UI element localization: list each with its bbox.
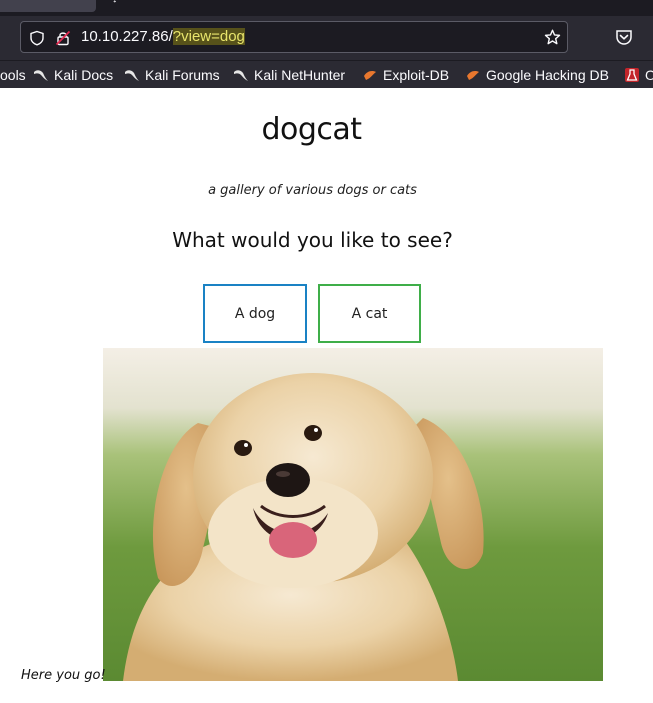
page-title: dogcat [261, 112, 362, 147]
navigation-bar: 10.10.227.86/?view=dog [0, 16, 653, 60]
cat-button[interactable]: A cat [318, 284, 421, 343]
exploit-db-icon [467, 71, 479, 80]
bookmark-label: Kali Docs [54, 67, 114, 83]
dog-button[interactable]: A dog [203, 284, 307, 343]
kali-dragon-icon [125, 70, 139, 81]
pocket-icon[interactable] [615, 29, 633, 46]
url-text[interactable]: 10.10.227.86/?view=dog [81, 28, 245, 45]
url-path-highlight: ?view=dog [172, 28, 245, 45]
shield-icon[interactable] [29, 30, 45, 46]
active-tab[interactable] [0, 0, 96, 12]
result-text: Here you go! [21, 668, 106, 683]
kali-dragon-icon [234, 70, 248, 81]
bookmark-label: O [645, 67, 653, 83]
url-bar[interactable]: 10.10.227.86/?view=dog [20, 21, 568, 53]
tab-strip: ᐩ [0, 0, 653, 16]
dog-photo [103, 348, 603, 681]
bookmark-star-icon[interactable] [544, 29, 561, 46]
bookmark-exploit-db[interactable]: Exploit-DB [362, 65, 449, 85]
bookmark-label: Kali Forums [145, 67, 220, 83]
exploit-db-icon [364, 71, 376, 80]
bookmark-label: Kali NetHunter [254, 67, 346, 83]
bookmark-kali-forums[interactable]: Kali Forums [124, 65, 220, 85]
page-content: dogcat a gallery of various dogs or cats… [0, 88, 653, 703]
page-subtitle: a gallery of various dogs or cats [208, 183, 417, 198]
bookmark-label: Exploit-DB [383, 67, 450, 83]
url-host: 10.10.227.86/ [81, 28, 173, 45]
bookmark-kali-nethunter[interactable]: Kali NetHunter [233, 65, 345, 85]
tab-icon[interactable]: ᐩ [113, 0, 117, 9]
page-question: What would you like to see? [172, 228, 453, 252]
bookmark-tools[interactable]: ools [0, 65, 26, 85]
insecure-lock-icon[interactable] [55, 30, 71, 46]
bookmark-offsec[interactable]: O [624, 65, 653, 85]
bookmark-google-hacking-db[interactable]: Google Hacking DB [465, 65, 609, 85]
bookmark-kali-docs[interactable]: Kali Docs [33, 65, 113, 85]
bookmark-label: Google Hacking DB [486, 67, 609, 83]
kali-dragon-icon [34, 70, 48, 81]
offsec-icon [625, 68, 639, 82]
bookmarks-toolbar: ools Kali Docs Kali Forums Kali NetHunte… [0, 60, 653, 88]
bookmark-label: ools [0, 67, 26, 83]
